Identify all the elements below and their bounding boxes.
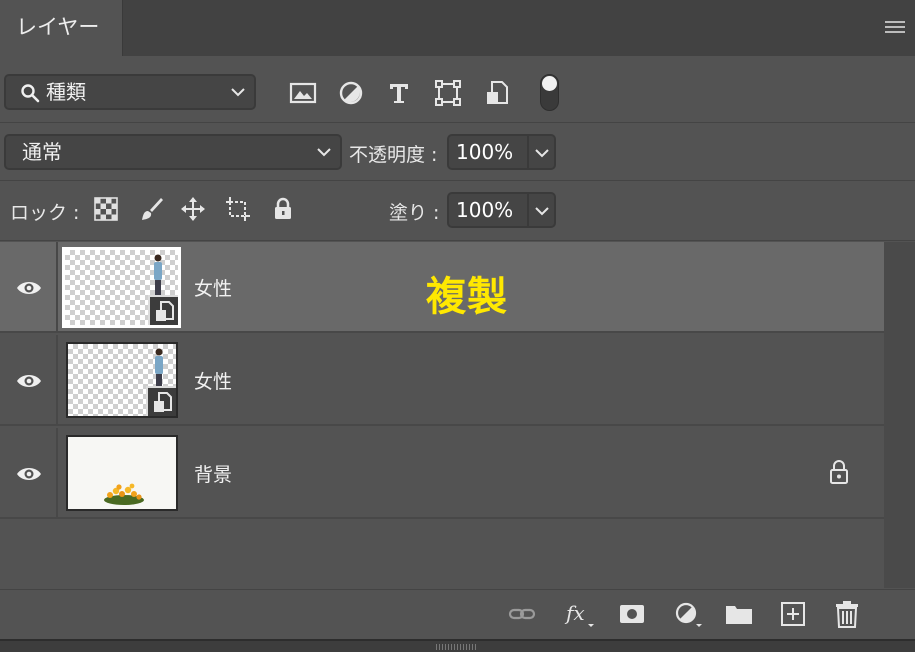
layer-name[interactable]: 背景 [194, 460, 232, 487]
layer-row[interactable]: 女性 複製 [0, 242, 884, 333]
type-filter-icon[interactable] [385, 79, 413, 107]
chevron-down-icon [317, 148, 331, 157]
image-filter-icon[interactable] [289, 79, 317, 107]
new-layer-icon[interactable] [778, 600, 808, 628]
layer-lock-icon[interactable] [828, 459, 850, 485]
layer-thumbnail[interactable] [62, 247, 181, 328]
svg-text:fx: fx [564, 601, 585, 625]
tab-layers[interactable]: レイヤー [0, 0, 123, 56]
layers-empty-area [0, 520, 884, 588]
layer-name[interactable]: 女性 [194, 274, 232, 301]
resize-grip-icon[interactable] [436, 644, 476, 650]
chevron-down-icon [231, 88, 245, 97]
mask-icon[interactable] [617, 600, 647, 628]
panel-menu-icon[interactable] [885, 18, 905, 36]
fill-label: 塗り : [389, 202, 440, 224]
smart-object-filter-icon[interactable] [483, 79, 511, 107]
panel-resize-strip[interactable] [0, 639, 915, 652]
filter-kind-dropdown[interactable]: 種類 [4, 74, 256, 110]
lock-transparent-icon[interactable] [93, 196, 119, 222]
visibility-toggle[interactable] [0, 335, 58, 426]
layer-thumbnail[interactable] [66, 342, 178, 418]
lock-all-icon[interactable] [270, 196, 296, 222]
opacity-input[interactable]: 100% [447, 134, 529, 170]
visibility-toggle[interactable] [0, 428, 58, 519]
lock-artboard-icon[interactable] [225, 196, 251, 222]
lock-label: ロック : [10, 202, 80, 224]
shape-filter-icon[interactable] [434, 79, 462, 107]
chevron-down-icon [535, 207, 549, 216]
group-folder-icon[interactable] [724, 600, 754, 628]
woman-figure-icon [154, 254, 162, 296]
lock-position-icon[interactable] [180, 196, 206, 222]
eye-icon [17, 468, 41, 480]
chevron-down-icon [535, 149, 549, 158]
layers-toolbar: fx [0, 589, 915, 639]
smart-object-badge-icon [146, 386, 176, 416]
visibility-toggle[interactable] [0, 242, 58, 333]
opacity-label: 不透明度 : [349, 144, 438, 166]
link-icon[interactable] [507, 600, 537, 628]
opacity-dropdown-button[interactable] [527, 134, 556, 170]
flower-bush-icon [104, 483, 144, 505]
filter-toggle[interactable] [540, 74, 559, 111]
fx-icon[interactable]: fx [564, 600, 594, 628]
adjustment-layer-icon[interactable] [672, 600, 702, 628]
eye-icon [17, 282, 41, 294]
layer-thumbnail[interactable] [66, 435, 178, 511]
toggle-knob [542, 76, 557, 91]
search-icon [21, 84, 40, 103]
filter-kind-label: 種類 [46, 80, 86, 104]
duplicate-annotation: 複製 [426, 274, 508, 320]
fill-dropdown-button[interactable] [527, 192, 556, 228]
scrollbar-track[interactable] [884, 242, 915, 588]
adjustment-filter-icon[interactable] [337, 79, 365, 107]
eye-icon [17, 375, 41, 387]
layer-row[interactable]: 女性 [0, 335, 884, 426]
blend-mode-label: 通常 [22, 140, 62, 164]
trash-icon[interactable] [832, 600, 862, 628]
fill-input[interactable]: 100% [447, 192, 529, 228]
panel-tab-bar: レイヤー [0, 0, 915, 56]
smart-object-badge-icon [148, 295, 178, 325]
lock-pixels-icon[interactable] [138, 196, 164, 222]
layer-name[interactable]: 女性 [194, 367, 232, 394]
layer-row[interactable]: 背景 [0, 428, 884, 519]
blend-mode-dropdown[interactable]: 通常 [4, 134, 342, 170]
